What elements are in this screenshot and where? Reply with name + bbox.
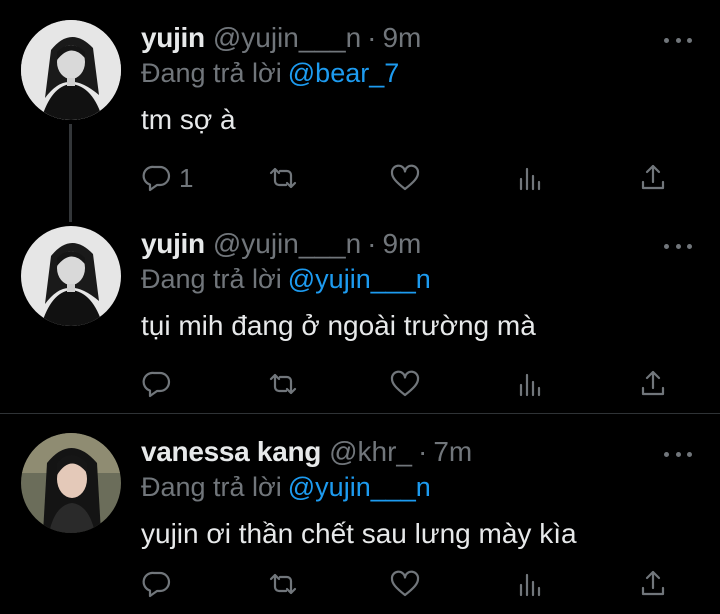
tweet-actions: 1 [141,160,681,196]
views-button[interactable] [515,366,547,402]
share-button[interactable] [637,566,669,602]
display-name[interactable]: yujin [141,228,205,260]
tweet[interactable]: yujin @yujin___n · 9m Đang trả lời @yujin… [0,206,720,414]
separator-dot: · [417,436,428,467]
reply-button[interactable] [141,566,179,602]
tweet-actions [141,566,681,602]
reply-button[interactable]: 1 [141,160,193,196]
mention-link[interactable]: @yujin___n [288,264,431,294]
tweet-text: tm sợ à [141,104,236,135]
replying-to-label: Đang trả lời [141,58,282,88]
retweet-button[interactable] [267,160,299,196]
user-handle[interactable]: @khr_ [329,436,412,468]
reply-icon [142,371,171,398]
share-icon [641,164,665,190]
retweet-icon [269,167,297,189]
views-button[interactable] [515,566,547,602]
reply-button[interactable] [141,366,179,402]
more-options-icon[interactable] [664,236,692,256]
reply-icon [142,165,171,192]
replying-to-label: Đang trả lời [141,264,282,294]
more-options-icon[interactable] [664,30,692,50]
views-icon [519,167,541,191]
tweet-header: yujin @yujin___n · 9m [141,228,421,260]
reply-feed: yujin @yujin___n · 9m Đang trả lời @bear_… [0,0,720,614]
avatar[interactable] [21,226,121,326]
retweet-icon [269,373,297,395]
heart-icon [390,570,420,597]
tweet-text: tụi mih đang ở ngoài trường mà [141,310,536,341]
like-button[interactable] [389,566,421,602]
display-name[interactable]: vanessa kang [141,436,321,468]
timestamp[interactable]: 9m [382,228,421,260]
tweet-text: yujin ơi thần chết sau lưng mày kìa [141,518,577,549]
views-icon [519,573,541,597]
replying-to: Đang trả lời @bear_7 [141,56,399,90]
replying-to-label: Đang trả lời [141,472,282,502]
heart-icon [390,370,420,397]
like-button[interactable] [389,366,421,402]
more-options-icon[interactable] [664,444,692,464]
share-icon [641,370,665,396]
mention-link[interactable]: @bear_7 [288,58,399,88]
views-button[interactable] [515,160,547,196]
tweet[interactable]: yujin @yujin___n · 9m Đang trả lời @bear_… [0,0,720,206]
tweet[interactable]: vanessa kang @khr_ · 7m Đang trả lời @yuj… [0,414,720,614]
separator-dot: · [367,22,377,53]
tweet-header: yujin @yujin___n · 9m [141,22,421,54]
retweet-icon [269,573,297,595]
avatar[interactable] [21,20,121,120]
timestamp[interactable]: 9m [382,22,421,54]
tweet-header: vanessa kang @khr_ · 7m [141,436,472,468]
user-handle[interactable]: @yujin___n [213,228,361,260]
replying-to: Đang trả lời @yujin___n [141,470,431,504]
share-button[interactable] [637,160,669,196]
avatar[interactable] [21,433,121,533]
share-button[interactable] [637,366,669,402]
heart-icon [390,164,420,191]
views-icon [519,373,541,397]
replying-to: Đang trả lời @yujin___n [141,262,431,296]
reply-icon [142,571,171,598]
retweet-button[interactable] [267,366,299,402]
user-handle[interactable]: @yujin___n [213,22,361,54]
tweet-actions [141,366,681,402]
mention-link[interactable]: @yujin___n [288,472,431,502]
timestamp[interactable]: 7m [433,436,472,468]
separator-dot: · [367,228,377,259]
like-button[interactable] [389,160,421,196]
retweet-button[interactable] [267,566,299,602]
share-icon [641,570,665,596]
reply-count: 1 [179,162,194,193]
display-name[interactable]: yujin [141,22,205,54]
